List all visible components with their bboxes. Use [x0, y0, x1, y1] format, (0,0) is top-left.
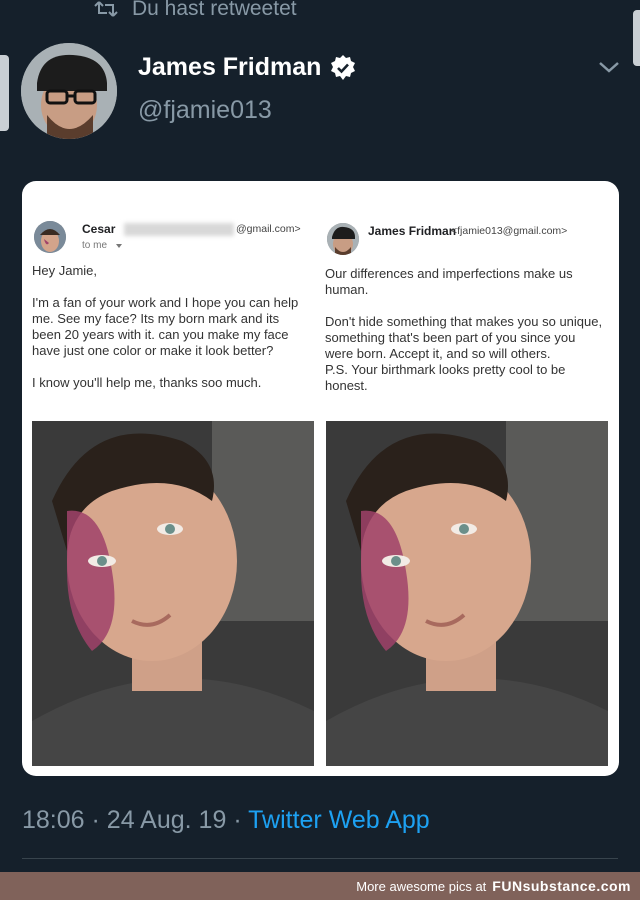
watermark-footer: More awesome pics at FUNsubstance.com — [0, 872, 640, 900]
avatar-photo — [21, 43, 117, 139]
reply-paragraph: Don't hide something that makes you so u… — [325, 314, 603, 393]
reply-body: Our differences and imperfections make u… — [325, 266, 605, 410]
author-name-row[interactable]: James Fridman — [138, 53, 357, 82]
reply-avatar — [327, 223, 359, 255]
meta-separator: · — [233, 806, 242, 834]
watermark-text: More awesome pics at — [356, 878, 487, 894]
author-display-name[interactable]: James Fridman — [138, 53, 321, 82]
recipient-line: to me — [82, 240, 108, 251]
tweet-time: 18:06 — [22, 806, 85, 834]
redacted-email — [124, 223, 234, 236]
scrollbar-thumb[interactable] — [633, 10, 640, 66]
left-scroll-handle[interactable] — [0, 55, 9, 131]
email-left: Cesar @gmail.com> to me Hey Jamie, I'm a… — [22, 181, 314, 776]
email-body: Hey Jamie, I'm a fan of your work and I … — [32, 263, 307, 407]
email-paragraph: Hey Jamie, — [32, 263, 98, 278]
caret-down-icon — [116, 244, 122, 248]
tweet-timestamp[interactable]: 18:06 · 24 Aug. 19 · Twitter Web App — [22, 806, 430, 835]
email-paragraph: I know you'll help me, thanks soo much. — [32, 375, 262, 390]
divider — [22, 858, 618, 859]
tweet-media-image[interactable]: Cesar @gmail.com> to me Hey Jamie, I'm a… — [22, 181, 619, 776]
reply-sender-email: <fjamie013@gmail.com> — [451, 225, 568, 237]
retweet-context[interactable]: Du hast retweetet — [94, 0, 297, 23]
portrait-photo-reply — [326, 421, 608, 766]
reply-paragraph: Our differences and imperfections make u… — [325, 266, 573, 297]
portrait-photo-original — [32, 421, 314, 766]
tweet-date: 24 Aug. 19 — [106, 806, 227, 834]
tweet-source-link[interactable]: Twitter Web App — [248, 806, 430, 834]
retweet-context-text: Du hast retweetet — [132, 0, 297, 20]
email-right: James Fridman <fjamie013@gmail.com> Our … — [317, 181, 608, 776]
author-handle[interactable]: @fjamie013 — [138, 96, 272, 125]
sender-avatar — [34, 221, 66, 253]
author-avatar[interactable] — [21, 43, 117, 139]
meta-separator: · — [91, 806, 100, 834]
watermark-brand: FUNsubstance.com — [492, 878, 631, 894]
retweet-icon — [94, 1, 118, 17]
email-paragraph: I'm a fan of your work and I hope you ca… — [32, 295, 299, 358]
sender-email: @gmail.com> — [236, 223, 301, 235]
sender-name: Cesar — [82, 222, 116, 236]
verified-badge-icon — [331, 54, 356, 80]
chevron-down-icon[interactable] — [596, 56, 622, 78]
reply-sender-name: James Fridman — [368, 224, 457, 238]
